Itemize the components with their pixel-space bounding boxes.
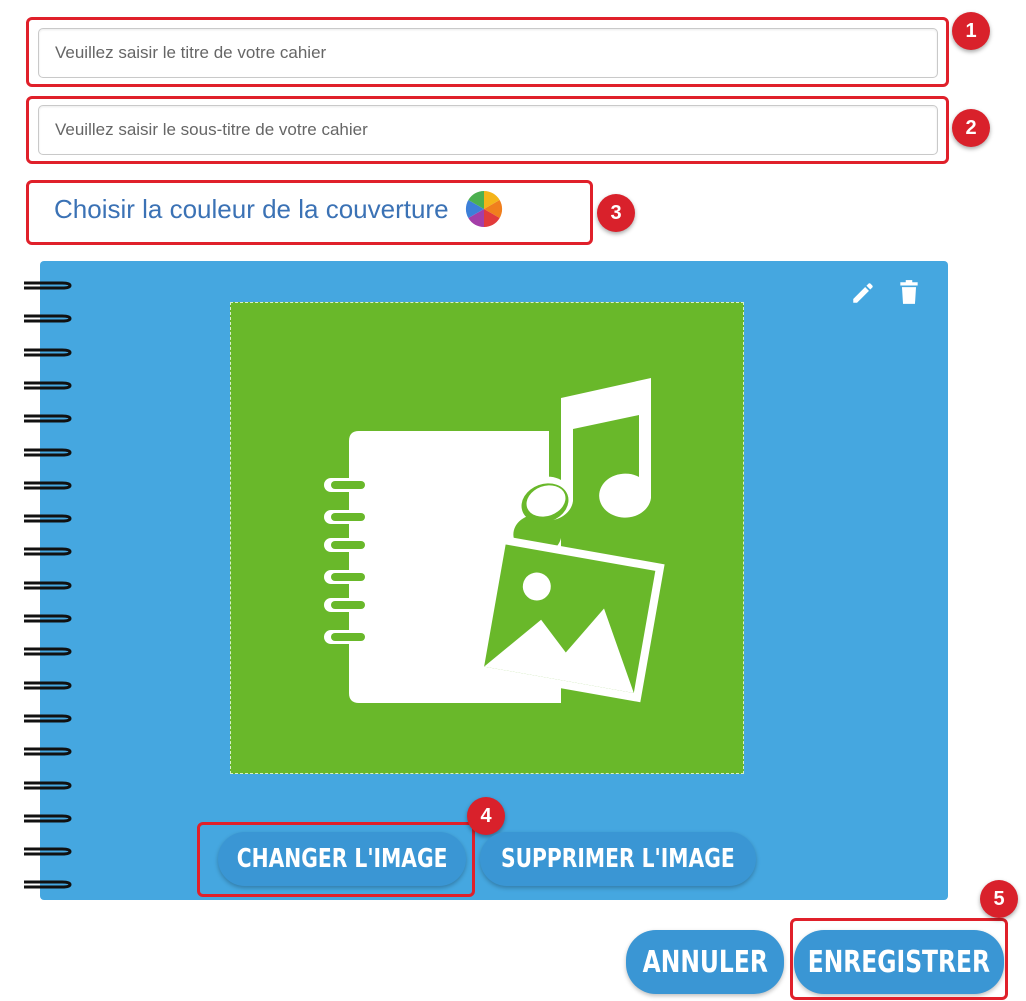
spiral-ring [24, 414, 72, 423]
spiral-ring [24, 880, 72, 889]
spiral-ring [24, 448, 72, 456]
annotation-badge-3: 3 [597, 194, 635, 232]
notebook-music-image-icon [324, 378, 665, 703]
spiral-ring [24, 847, 72, 856]
spiral-ring [24, 747, 72, 756]
annotation-badge-2: 2 [952, 109, 990, 147]
annotation-box-5 [790, 918, 1008, 1000]
color-wheel-icon [465, 190, 502, 228]
spiral-ring [24, 781, 72, 789]
spiral-ring [24, 281, 72, 290]
annotation-box-4 [197, 822, 475, 897]
cancel-button[interactable]: ANNULER [626, 930, 784, 994]
spiral-ring [24, 481, 72, 490]
spiral-ring [24, 647, 72, 656]
annotation-badge-1: 1 [952, 12, 990, 50]
pencil-icon[interactable] [850, 280, 876, 306]
annotation-badge-5: 5 [980, 880, 1018, 918]
spiral-ring [24, 681, 72, 690]
spiral-ring [24, 614, 72, 623]
spiral-ring [24, 581, 72, 590]
spiral-ring [24, 381, 72, 390]
choose-cover-color-link[interactable]: Choisir la couleur de la couverture [54, 187, 503, 231]
subtitle-field[interactable] [38, 105, 938, 155]
annotation-badge-4: 4 [467, 797, 505, 835]
spiral-ring [24, 547, 72, 556]
spiral-ring [24, 514, 72, 523]
remove-image-button[interactable]: SUPPRIMER L'IMAGE [480, 832, 756, 886]
trash-icon[interactable] [896, 279, 922, 305]
spiral-ring [24, 348, 72, 357]
subtitle-input[interactable] [55, 120, 921, 140]
spiral-ring [24, 814, 72, 823]
spiral-ring [24, 714, 72, 723]
title-field[interactable] [38, 28, 938, 78]
title-input[interactable] [55, 43, 921, 63]
spiral-ring [24, 314, 72, 323]
choose-cover-color-label: Choisir la couleur de la couverture [54, 193, 449, 224]
cover-image-box [230, 302, 744, 774]
